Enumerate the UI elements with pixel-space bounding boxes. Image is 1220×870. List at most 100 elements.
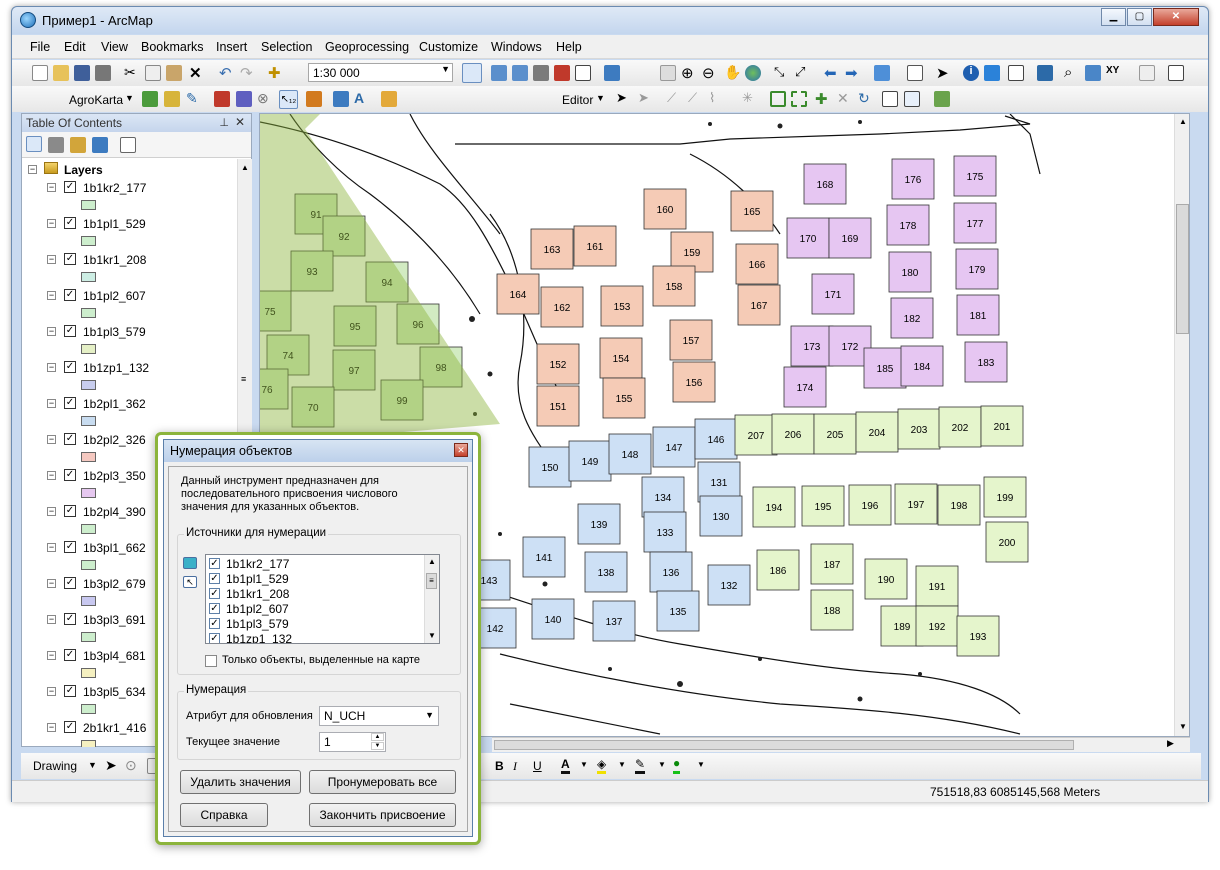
route-icon[interactable] [1085,65,1101,81]
source-checkbox[interactable]: ✓ [209,558,220,569]
edit-pencil-icon[interactable]: ✎ [186,90,202,106]
bold-icon[interactable]: B [495,759,504,773]
collapse-icon[interactable]: − [47,471,56,480]
menu-windows[interactable]: Windows [491,40,542,54]
catalog-icon[interactable] [512,65,528,81]
clear-all-icon[interactable]: ↖ [183,576,197,588]
layer-visibility-checkbox[interactable]: ✓ [64,505,76,517]
collapse-icon[interactable]: − [47,723,56,732]
layer-visibility-checkbox[interactable]: ✓ [64,181,76,193]
go-to-xy-icon[interactable]: XY [1106,65,1122,81]
help-button[interactable]: Справка [180,803,268,827]
toc-layer-row[interactable]: − ✓ 1b1pl1_529 [22,215,237,246]
attributes-icon[interactable] [882,91,898,107]
map-horizontal-scrollbar[interactable]: ▶ [492,737,1190,752]
create-viewer-icon[interactable] [1168,65,1184,81]
table-red-icon[interactable] [214,91,230,107]
number-all-button[interactable]: Пронумеровать все [309,770,456,794]
layers-root[interactable]: − Layers [22,161,237,179]
scroll-up-icon[interactable]: ▲ [1179,117,1187,126]
source-checkbox[interactable]: ✓ [209,633,220,643]
menu-geoprocessing[interactable]: Geoprocessing [325,40,409,54]
layer-visibility-checkbox[interactable]: ✓ [64,721,76,733]
line-color-icon[interactable]: ✎ [635,757,646,774]
menu-edit[interactable]: Edit [64,40,86,54]
list-by-source-icon[interactable] [48,137,64,153]
scroll-down-icon[interactable]: ▼ [428,631,436,640]
collapse-icon[interactable]: − [47,399,56,408]
collapse-icon[interactable]: − [47,183,56,192]
only-selected-checkbox[interactable] [205,655,217,667]
map-scale-dropdown[interactable]: 1:30 000 ▼ [308,63,453,82]
split-icon[interactable]: ✕ [837,90,853,106]
minimize-button[interactable]: ▁ [1101,8,1126,26]
layer-visibility-checkbox[interactable]: ✓ [64,253,76,265]
search-window-icon[interactable] [533,65,549,81]
finish-assignment-button[interactable]: Закончить присвоение [309,803,456,827]
stepper-up-icon[interactable]: ▲ [371,733,384,741]
pin-icon[interactable]: ⊥ [219,116,229,129]
collapse-icon[interactable]: − [47,687,56,696]
collapse-icon[interactable]: − [47,219,56,228]
layer-visibility-checkbox[interactable]: ✓ [64,289,76,301]
back-extent-icon[interactable]: ⬅ [824,64,840,82]
menu-view[interactable]: View [101,40,128,54]
menu-help[interactable]: Help [556,40,582,54]
scroll-thumb[interactable] [1176,204,1189,334]
point-icon[interactable]: ✳ [742,90,758,106]
find-icon[interactable]: ⌕ [1064,64,1080,81]
layer-visibility-checkbox[interactable]: ✓ [64,649,76,661]
new-document-icon[interactable] [32,65,48,81]
end-point-icon[interactable]: ⟋ [688,90,704,106]
attribute-dropdown[interactable]: N_UCH ▼ [319,706,439,726]
collapse-icon[interactable]: − [47,435,56,444]
sources-list[interactable]: ▲ ≡ ▼ ✓ 1b1kr2_177 ✓ 1b1pl1_529 ✓ 1b1kr1_208 ✓… [205,554,440,644]
layer-visibility-checkbox[interactable]: ✓ [64,361,76,373]
dialog-close-button[interactable]: ✕ [454,443,468,457]
menu-selection[interactable]: Selection [261,40,312,54]
marker-color-icon[interactable]: ● [673,756,681,774]
layer-visibility-checkbox[interactable]: ✓ [64,325,76,337]
collapse-icon[interactable]: − [47,327,56,336]
scroll-down-icon[interactable]: ▼ [1179,722,1187,731]
reshape-icon[interactable] [791,91,807,107]
list-by-drawing-order-icon[interactable] [26,136,42,152]
scroll-up-icon[interactable]: ▲ [428,557,436,566]
print-icon[interactable] [95,65,111,81]
scroll-grip-icon[interactable]: ≡ [241,374,246,384]
sketch-properties-icon[interactable] [904,91,920,107]
font-color-icon[interactable]: A [561,757,570,774]
delete-icon[interactable]: ✕ [189,64,205,82]
scroll-thumb[interactable] [494,740,1074,750]
current-value-stepper[interactable]: 1 ▲ ▼ [319,732,386,752]
close-icon[interactable]: ✕ [235,115,245,129]
source-checkbox[interactable]: ✓ [209,618,220,629]
frame-icon[interactable] [306,91,322,107]
editor-menu[interactable]: Editor [562,93,593,107]
undo-icon[interactable]: ↶ [219,64,235,82]
collapse-icon[interactable]: − [47,615,56,624]
time-slider-icon[interactable] [1139,65,1155,81]
measure-icon[interactable] [1037,65,1053,81]
layer-visibility-checkbox[interactable]: ✓ [64,469,76,481]
collapse-icon[interactable]: − [47,291,56,300]
annotation-edit-icon[interactable]: ➤ [638,90,654,106]
collapse-icon[interactable]: − [47,579,56,588]
source-checkbox[interactable]: ✓ [209,588,220,599]
rotate-icon[interactable]: ⊙ [125,757,141,773]
open-folder-icon[interactable] [53,65,69,81]
underline-icon[interactable]: U [533,759,542,773]
html-popup-icon[interactable] [1008,65,1024,81]
toc-layer-row[interactable]: − ✓ 1b1kr2_177 [22,179,237,210]
collapse-icon[interactable]: − [28,165,37,174]
fill-color-icon[interactable]: ◈ [597,757,607,774]
zoom-in-icon[interactable]: ⊕ [681,64,697,82]
create-features-icon[interactable] [934,91,950,107]
toc-layer-row[interactable]: − ✓ 1b1kr1_208 [22,251,237,282]
maximize-button[interactable]: ▢ [1127,8,1152,26]
toc-layer-row[interactable]: − ✓ 1b2pl1_362 [22,395,237,426]
source-checkbox[interactable]: ✓ [209,573,220,584]
map-vertical-scrollbar[interactable]: ▲ ▼ [1174,114,1189,736]
dialog-title-bar[interactable]: Нумерация объектов ✕ [164,440,472,462]
redo-icon[interactable]: ↷ [240,64,256,82]
